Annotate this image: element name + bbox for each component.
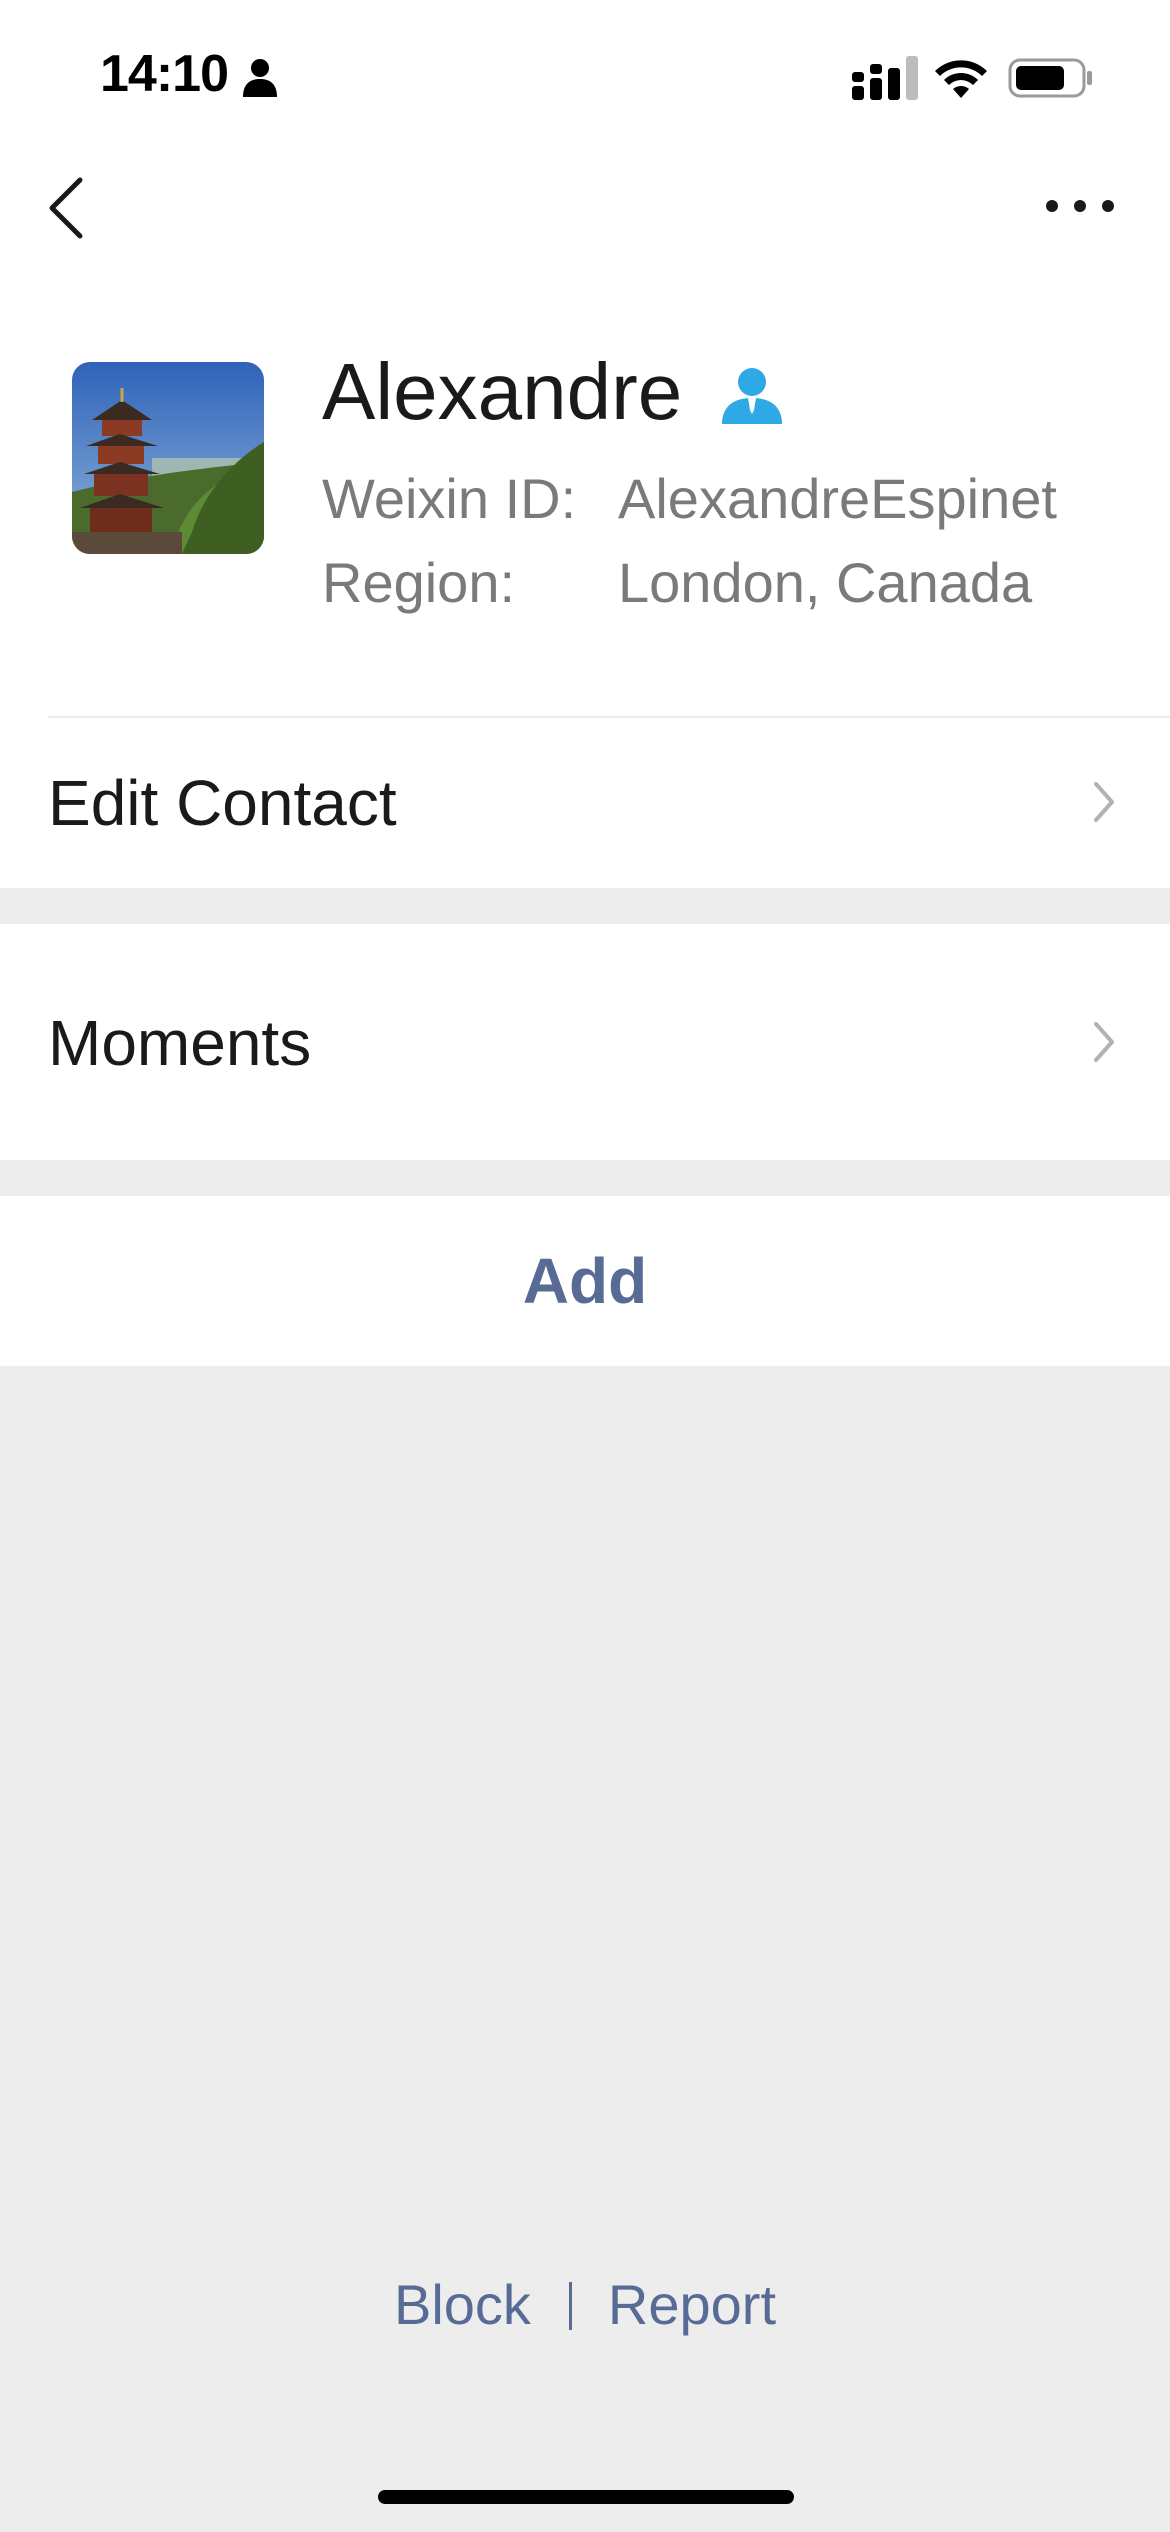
link-separator: [568, 2282, 572, 2330]
more-horizontal-icon[interactable]: [1040, 186, 1120, 226]
edit-contact-label: Edit Contact: [48, 767, 397, 839]
status-time: 14:10: [100, 45, 229, 103]
moments-row[interactable]: Moments: [0, 924, 1170, 1160]
battery-icon: [1008, 58, 1092, 98]
footer-links: Block Report: [0, 2272, 1170, 2337]
chevron-left-icon[interactable]: [40, 168, 100, 248]
cellular-signal-icon: [852, 56, 918, 100]
contact-name: Alexandre: [322, 347, 683, 436]
wifi-icon: [935, 60, 987, 98]
moments-label: Moments: [48, 1007, 312, 1079]
chevron-right-icon: [1094, 1022, 1114, 1062]
report-link[interactable]: Report: [608, 2273, 776, 2336]
add-button[interactable]: Add: [0, 1196, 1170, 1366]
weixin-id-value: AlexandreEspinet: [618, 467, 1057, 530]
home-indicator[interactable]: [378, 2490, 794, 2504]
avatar[interactable]: [72, 362, 264, 554]
person-fill-icon: [243, 59, 277, 97]
contact-person-icon: [722, 368, 782, 424]
edit-contact-row[interactable]: Edit Contact: [0, 718, 1170, 888]
region-label: Region:: [322, 551, 516, 614]
region-value: London, Canada: [618, 551, 1033, 614]
chevron-right-icon: [1094, 782, 1114, 822]
weixin-id-label: Weixin ID:: [322, 467, 577, 530]
add-label: Add: [522, 1245, 648, 1317]
block-link[interactable]: Block: [394, 2273, 531, 2336]
